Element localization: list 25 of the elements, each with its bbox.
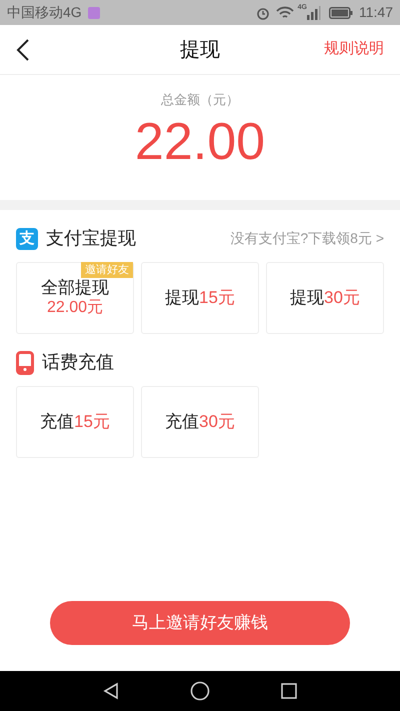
amount-option[interactable]: 提现30元 bbox=[266, 262, 384, 334]
page-title: 提现 bbox=[180, 38, 220, 62]
amount-option[interactable]: 充值30元 bbox=[141, 386, 259, 458]
alarm-icon bbox=[256, 6, 270, 20]
invite-badge: 邀请好友 bbox=[81, 262, 133, 278]
signal-icon bbox=[307, 6, 321, 20]
battery-icon bbox=[329, 6, 353, 18]
amount-option[interactable]: 提现15元 bbox=[141, 262, 259, 334]
wifi-icon bbox=[276, 6, 294, 20]
balance-amount: 22.00 bbox=[134, 112, 266, 172]
phone-icon bbox=[16, 350, 34, 374]
alipay-logo: 支 bbox=[16, 228, 38, 250]
section-title: 话费充值 bbox=[42, 351, 114, 374]
carrier-name: 中国移动4G bbox=[7, 3, 82, 22]
recents-nav-icon[interactable] bbox=[280, 682, 298, 700]
back-icon bbox=[16, 38, 30, 62]
clock-time: 11:47 bbox=[359, 3, 393, 22]
rules-link[interactable]: 规则说明 bbox=[324, 38, 384, 61]
balance-label: 总金额（元） bbox=[161, 91, 239, 109]
home-nav-icon[interactable] bbox=[190, 681, 210, 701]
amount-option[interactable]: 邀请好友 全部提现 22.00元 bbox=[16, 262, 134, 334]
back-nav-icon[interactable] bbox=[102, 682, 120, 700]
amount-option[interactable]: 充值15元 bbox=[16, 386, 134, 458]
app-notification-icon bbox=[88, 6, 100, 18]
section-title: 支付宝提现 bbox=[46, 227, 136, 250]
